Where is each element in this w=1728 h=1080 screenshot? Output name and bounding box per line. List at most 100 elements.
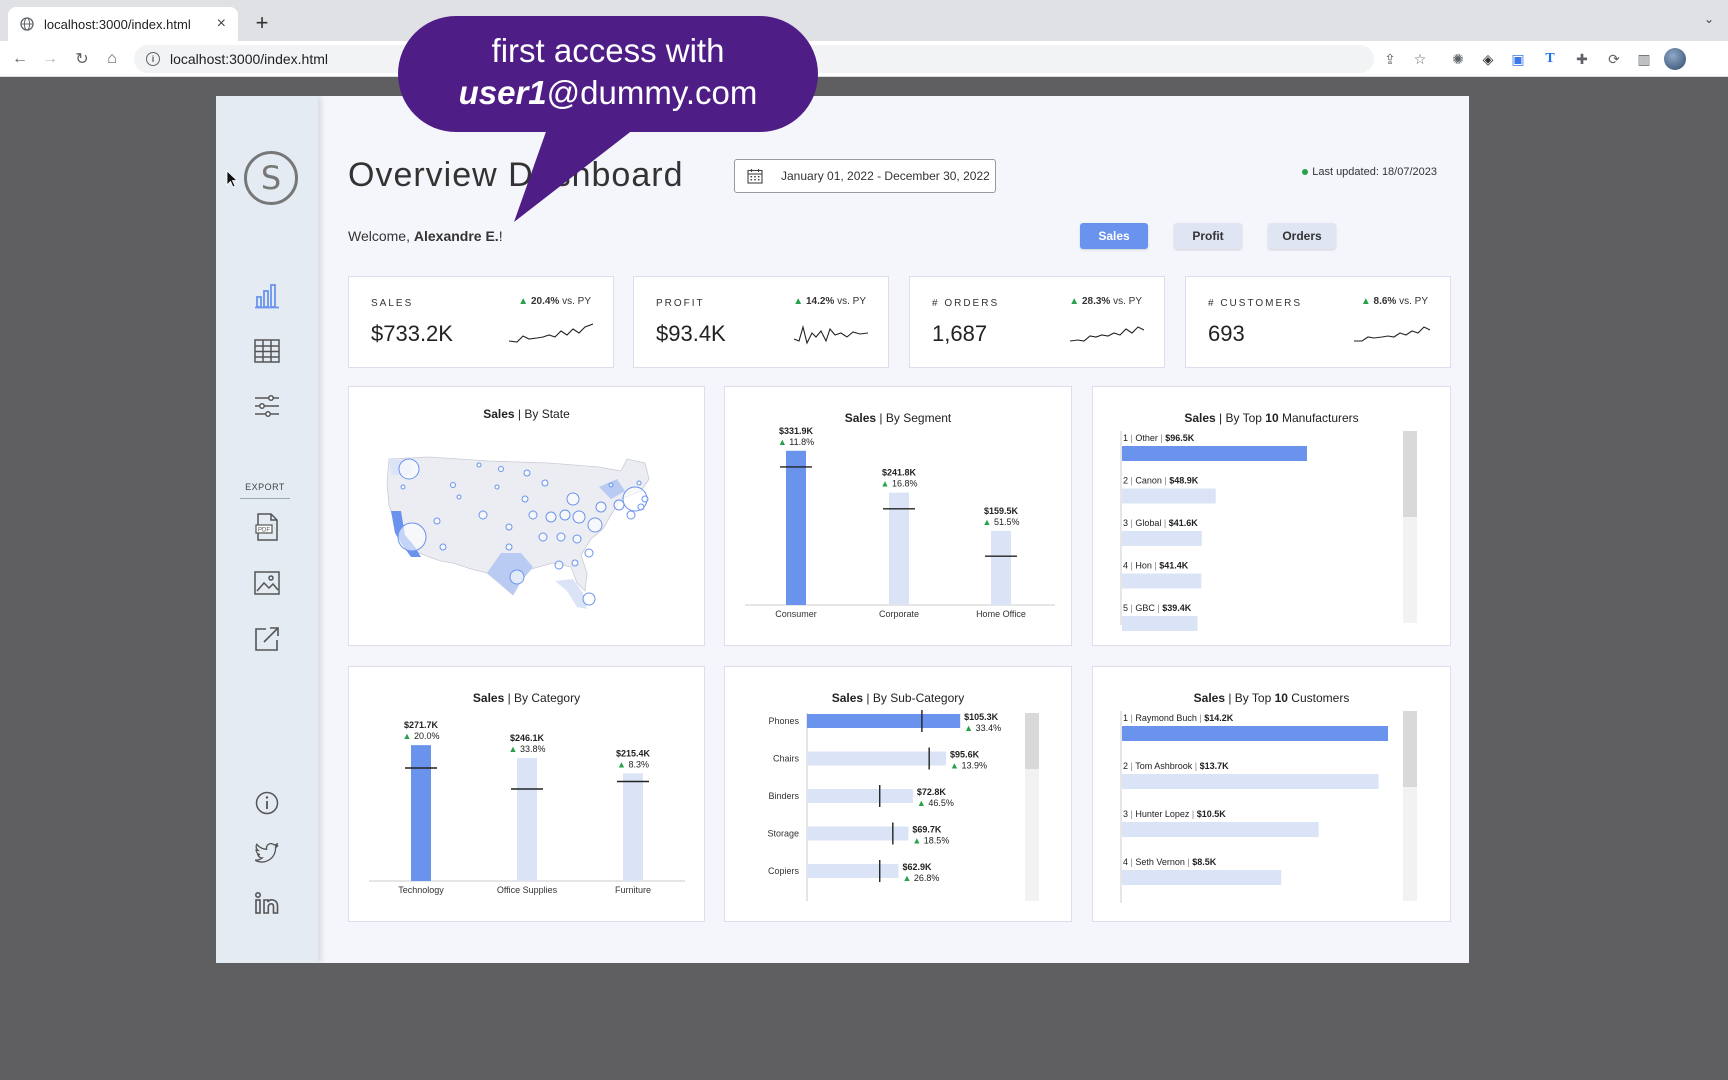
kpi-value: $733.2K bbox=[371, 321, 453, 346]
delta-label: ▲ 20.0% bbox=[403, 731, 440, 741]
value-label: $241.8K bbox=[882, 468, 917, 478]
last-updated-text: Last updated: 18/07/2023 bbox=[1312, 166, 1437, 178]
translate-extension-icon[interactable]: ▣ bbox=[1508, 49, 1528, 69]
delta-label: ▲ 13.9% bbox=[950, 761, 987, 771]
info-icon[interactable] bbox=[252, 788, 282, 818]
separator: | bbox=[1158, 433, 1165, 443]
separator: | bbox=[1152, 561, 1159, 571]
manufacturers-bar-chart[interactable]: 1 | Other | $96.5K 2 | Canon | $48.9K 3 | … bbox=[1093, 387, 1452, 647]
puzzle-extensions-icon[interactable]: ✚ bbox=[1572, 49, 1592, 69]
category-label: Phones bbox=[768, 716, 799, 726]
separator: | bbox=[1128, 433, 1135, 443]
up-arrow-icon: ▲ bbox=[950, 761, 961, 771]
text-extension-icon[interactable]: T bbox=[1540, 49, 1560, 69]
us-bubble-map[interactable] bbox=[349, 387, 706, 647]
bar bbox=[1122, 616, 1198, 631]
separator: | bbox=[1185, 857, 1192, 867]
up-arrow-icon: ▲ bbox=[403, 731, 414, 741]
value-label: $13.7K bbox=[1200, 761, 1230, 771]
rank-label: 1 | Other | $96.5K bbox=[1123, 433, 1195, 443]
bar bbox=[1122, 822, 1319, 837]
side-panel-icon[interactable]: ▥ bbox=[1634, 49, 1654, 69]
table-icon[interactable] bbox=[252, 336, 282, 366]
close-tab-icon[interactable]: × bbox=[217, 15, 226, 33]
linkedin-icon[interactable] bbox=[252, 888, 282, 918]
up-arrow-icon: ▲ bbox=[881, 479, 892, 489]
tab-title: localhost:3000/index.html bbox=[44, 16, 191, 32]
value-label: $48.9K bbox=[1169, 476, 1199, 486]
delta-label: ▲ 18.5% bbox=[912, 836, 949, 846]
item-name: Raymond Buch bbox=[1135, 713, 1197, 723]
up-arrow-icon: ▲ bbox=[518, 296, 529, 307]
sidebar: S EXPORT PDF bbox=[216, 96, 318, 963]
delta-value: 16.8% bbox=[892, 479, 918, 489]
bar-chart-icon[interactable] bbox=[252, 281, 282, 311]
back-icon[interactable]: ← bbox=[8, 47, 32, 71]
tab-sales[interactable]: Sales bbox=[1080, 223, 1148, 249]
up-arrow-icon: ▲ bbox=[617, 759, 628, 769]
tab-profit[interactable]: Profit bbox=[1174, 223, 1242, 249]
twitter-icon[interactable] bbox=[252, 838, 282, 868]
shield-extension-icon[interactable]: ◈ bbox=[1478, 49, 1498, 69]
category-label: Corporate bbox=[879, 609, 919, 619]
up-arrow-icon: ▲ bbox=[917, 798, 928, 808]
image-export-icon[interactable] bbox=[252, 568, 282, 598]
callout-line1: first access with bbox=[491, 32, 725, 69]
separator: | bbox=[1192, 761, 1199, 771]
sync-icon[interactable]: ⟳ bbox=[1604, 49, 1624, 69]
category-label: Copiers bbox=[768, 866, 800, 876]
home-icon[interactable]: ⌂ bbox=[100, 47, 124, 71]
browser-tab[interactable]: localhost:3000/index.html × bbox=[8, 7, 238, 41]
callout-bubble: first access with user1@dummy.com bbox=[398, 16, 818, 132]
separator: | bbox=[1128, 561, 1135, 571]
callout-line2: user1@dummy.com bbox=[398, 72, 818, 114]
up-arrow-icon: ▲ bbox=[1360, 296, 1371, 307]
bookmark-star-icon[interactable]: ☆ bbox=[1410, 49, 1430, 69]
value-label: $271.7K bbox=[404, 720, 439, 730]
segment-bar-chart[interactable]: $331.9K▲ 11.8%Consumer$241.8K▲ 16.8%Corp… bbox=[725, 387, 1073, 647]
reload-icon[interactable]: ↻ bbox=[70, 47, 94, 71]
tab-search-icon[interactable]: ⌄ bbox=[1704, 12, 1714, 26]
delta-value: 11.8% bbox=[789, 437, 814, 447]
subcategory-bar-chart[interactable]: Phones $105.3K▲ 33.4%Chairs $95.6K▲ 13.9%B… bbox=[725, 667, 1073, 923]
kpi-delta-suffix: vs. PY bbox=[559, 296, 591, 307]
rank-label: 4 | Seth Vernon | $8.5K bbox=[1123, 857, 1217, 867]
sparkline bbox=[509, 323, 593, 343]
bar bbox=[807, 751, 947, 766]
app-logo[interactable]: S bbox=[244, 151, 298, 205]
kpi-label: # CUSTOMERS bbox=[1208, 298, 1303, 309]
tab-orders[interactable]: Orders bbox=[1268, 223, 1336, 249]
kpi-delta-suffix: vs. PY bbox=[834, 296, 866, 307]
card-sales-by-manufacturers: Sales | By Top 10 Manufacturers 1 | Othe… bbox=[1092, 386, 1451, 646]
delta-value: 26.8% bbox=[914, 873, 940, 883]
sparkline bbox=[1070, 326, 1144, 342]
site-info-icon[interactable]: i bbox=[146, 52, 160, 66]
sparkline bbox=[794, 324, 868, 345]
share-icon[interactable]: ⇪ bbox=[1380, 49, 1400, 69]
globe-icon bbox=[20, 17, 34, 31]
customers-bar-chart[interactable]: 1 | Raymond Buch | $14.2K 2 | Tom Ashbroo… bbox=[1093, 667, 1452, 923]
bar bbox=[1122, 870, 1282, 885]
delta-value: 8.3% bbox=[628, 759, 649, 769]
profile-avatar[interactable] bbox=[1664, 48, 1686, 70]
delta-label: ▲ 33.4% bbox=[964, 723, 1001, 733]
extension-icon[interactable]: ✺ bbox=[1448, 49, 1468, 69]
kpi-value: 1,687 bbox=[932, 321, 988, 346]
separator: | bbox=[1161, 518, 1168, 528]
delta-label: ▲ 26.8% bbox=[902, 873, 939, 883]
pdf-export-icon[interactable]: PDF bbox=[252, 512, 282, 542]
scrollbar-thumb bbox=[1403, 431, 1417, 517]
share-export-icon[interactable] bbox=[252, 624, 282, 654]
category-bar-chart[interactable]: $271.7K▲ 20.0%Technology$246.1K▲ 33.8%Of… bbox=[349, 667, 706, 923]
value-label: $62.9K bbox=[902, 862, 932, 872]
new-tab-button[interactable]: + bbox=[250, 10, 274, 36]
card-sales-by-customers: Sales | By Top 10 Customers 1 | Raymond … bbox=[1092, 666, 1451, 922]
category-label: Chairs bbox=[773, 754, 800, 764]
filter-sliders-icon[interactable] bbox=[252, 391, 282, 421]
forward-icon[interactable]: → bbox=[38, 47, 62, 71]
card-sales-by-category: Sales | By Category $271.7K ▲ 20.0% Techno… bbox=[348, 666, 705, 922]
separator: | bbox=[1128, 713, 1135, 723]
delta-label: ▲ 16.8% bbox=[881, 479, 918, 489]
svg-text:PDF: PDF bbox=[258, 528, 270, 534]
separator: | bbox=[1189, 809, 1196, 819]
